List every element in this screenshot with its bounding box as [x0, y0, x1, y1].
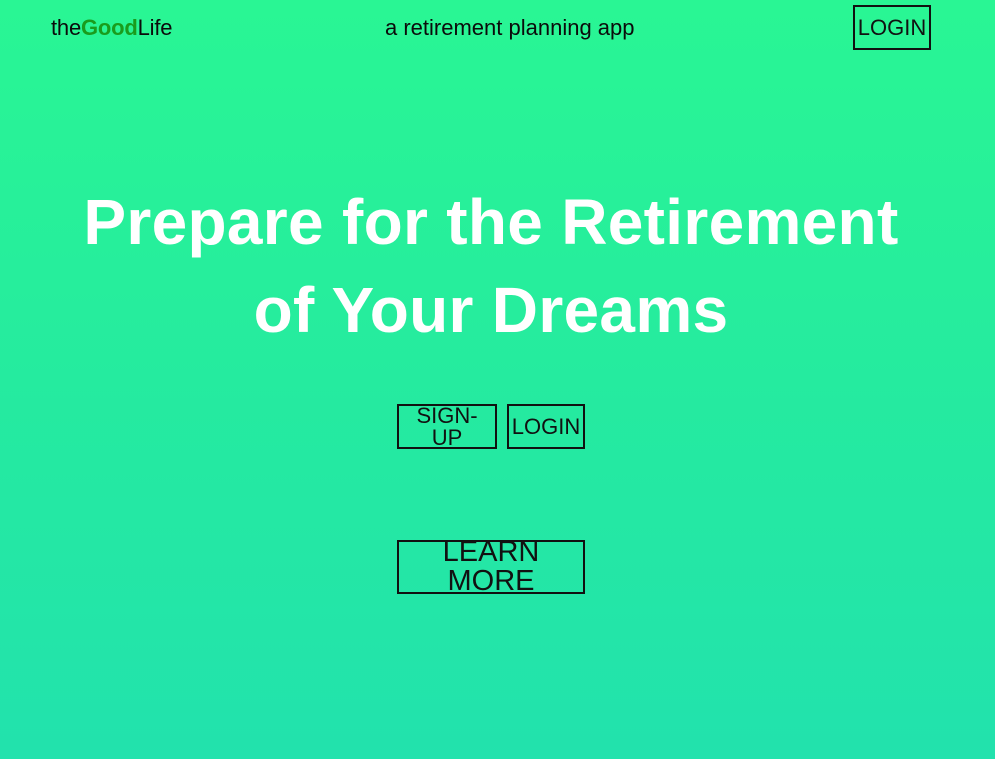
top-navigation: theGoodLife a retirement planning app LO… — [0, 0, 995, 56]
hero-title-line-2: of Your Dreams — [253, 274, 729, 346]
header-login-button[interactable]: LOGIN — [853, 5, 931, 50]
logo-highlight: Good — [80, 15, 138, 40]
logo-suffix: Life — [137, 15, 173, 40]
app-tagline: a retirement planning app — [385, 15, 635, 40]
hero-title: Prepare for the Retirement of Your Dream… — [0, 178, 982, 354]
app-logo[interactable]: theGoodLife — [51, 14, 172, 42]
signup-button[interactable]: SIGN-UP — [397, 404, 497, 449]
hero-login-button[interactable]: LOGIN — [507, 404, 585, 449]
learn-more-button[interactable]: LEARN MORE — [397, 538, 585, 596]
hero-title-line-1: Prepare for the Retirement — [83, 186, 899, 258]
logo-prefix: the — [51, 15, 81, 40]
